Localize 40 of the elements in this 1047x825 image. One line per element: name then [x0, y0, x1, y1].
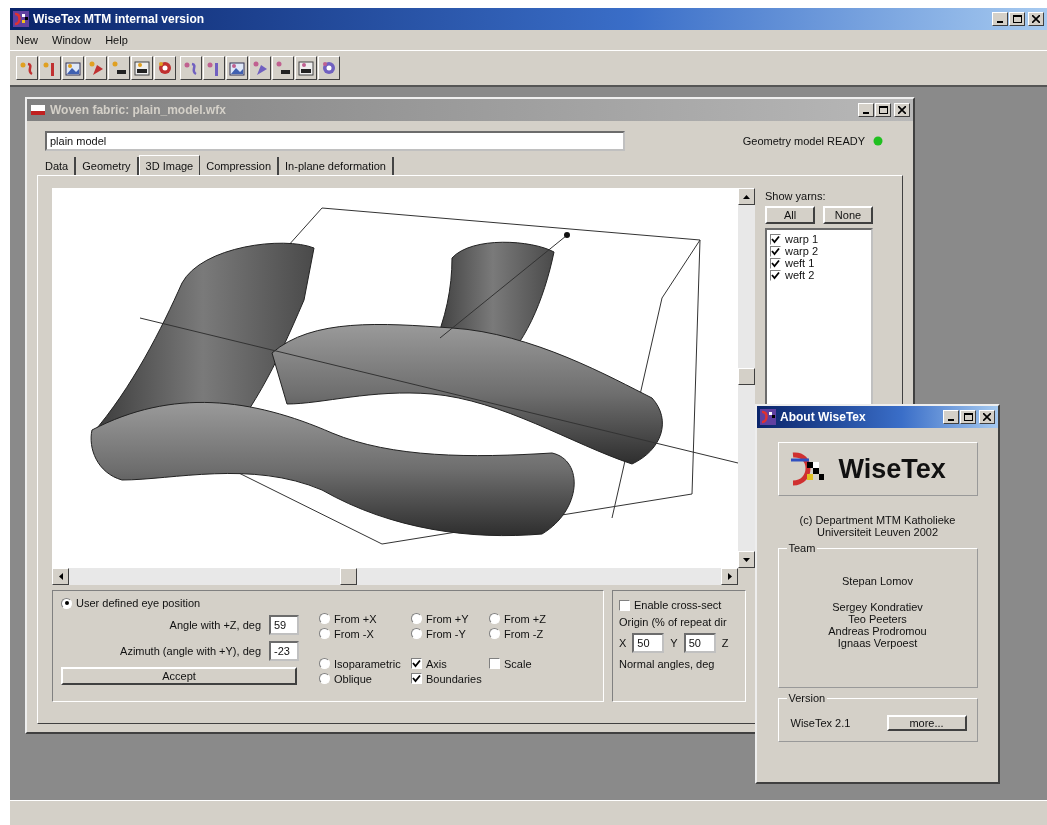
field-label: Origin (% of repeat dir [619, 616, 728, 628]
axis-label: Z [721, 637, 729, 649]
option-label: Boundaries [426, 672, 482, 685]
option-label: From +X [334, 612, 377, 625]
team-member: Teo Peeters [848, 613, 907, 625]
option-label: Axis [426, 657, 447, 670]
option-label: From +Z [504, 612, 546, 625]
option-label: Oblique [334, 672, 372, 685]
yarn-label: warp 1 [785, 233, 819, 245]
group-label: Version [786, 692, 828, 704]
option-label: From -X [334, 627, 374, 640]
group-label: Show yarns: [765, 190, 827, 202]
copyright-text: Universiteit Leuven 2002 [815, 526, 940, 538]
axis-label: Y [670, 637, 678, 649]
option-label: Isoparametric [334, 657, 401, 670]
copyright-text: (c) Department MTM Katholieke [799, 514, 956, 526]
version-text: WiseTex 2.1 [790, 717, 851, 729]
option-label: From -Z [504, 627, 544, 640]
window-title: About WiseTex [780, 410, 867, 424]
option-label: Enable cross-sect [634, 599, 722, 611]
field-label: Azimuth (angle with +Y), deg [120, 645, 261, 657]
window-title: Woven fabric: plain_model.wfx [50, 103, 227, 117]
field-label: Normal angles, deg [619, 658, 716, 670]
axis-label: X [619, 637, 627, 649]
status-text: Geometry model READY [742, 135, 865, 147]
yarn-label: warp 2 [785, 245, 819, 257]
option-label: From +Y [426, 612, 469, 625]
yarn-label: weft 2 [785, 269, 815, 281]
team-member: Ignaas Verpoest [837, 637, 918, 649]
option-label: From -Y [426, 627, 466, 640]
window-title: WiseTex MTM internal version [33, 12, 206, 26]
group-label: Team [786, 542, 818, 554]
team-member: Sergey Kondratiev [832, 601, 923, 613]
option-label: Scale [504, 657, 532, 670]
team-member: Andreas Prodromou [828, 625, 927, 637]
field-label: Angle with +Z, deg [169, 619, 261, 631]
product-name: WiseTex [838, 453, 946, 485]
option-label: User defined eye position [76, 597, 201, 609]
yarn-label: weft 1 [785, 257, 815, 269]
team-member: Stepan Lomov [842, 575, 913, 587]
